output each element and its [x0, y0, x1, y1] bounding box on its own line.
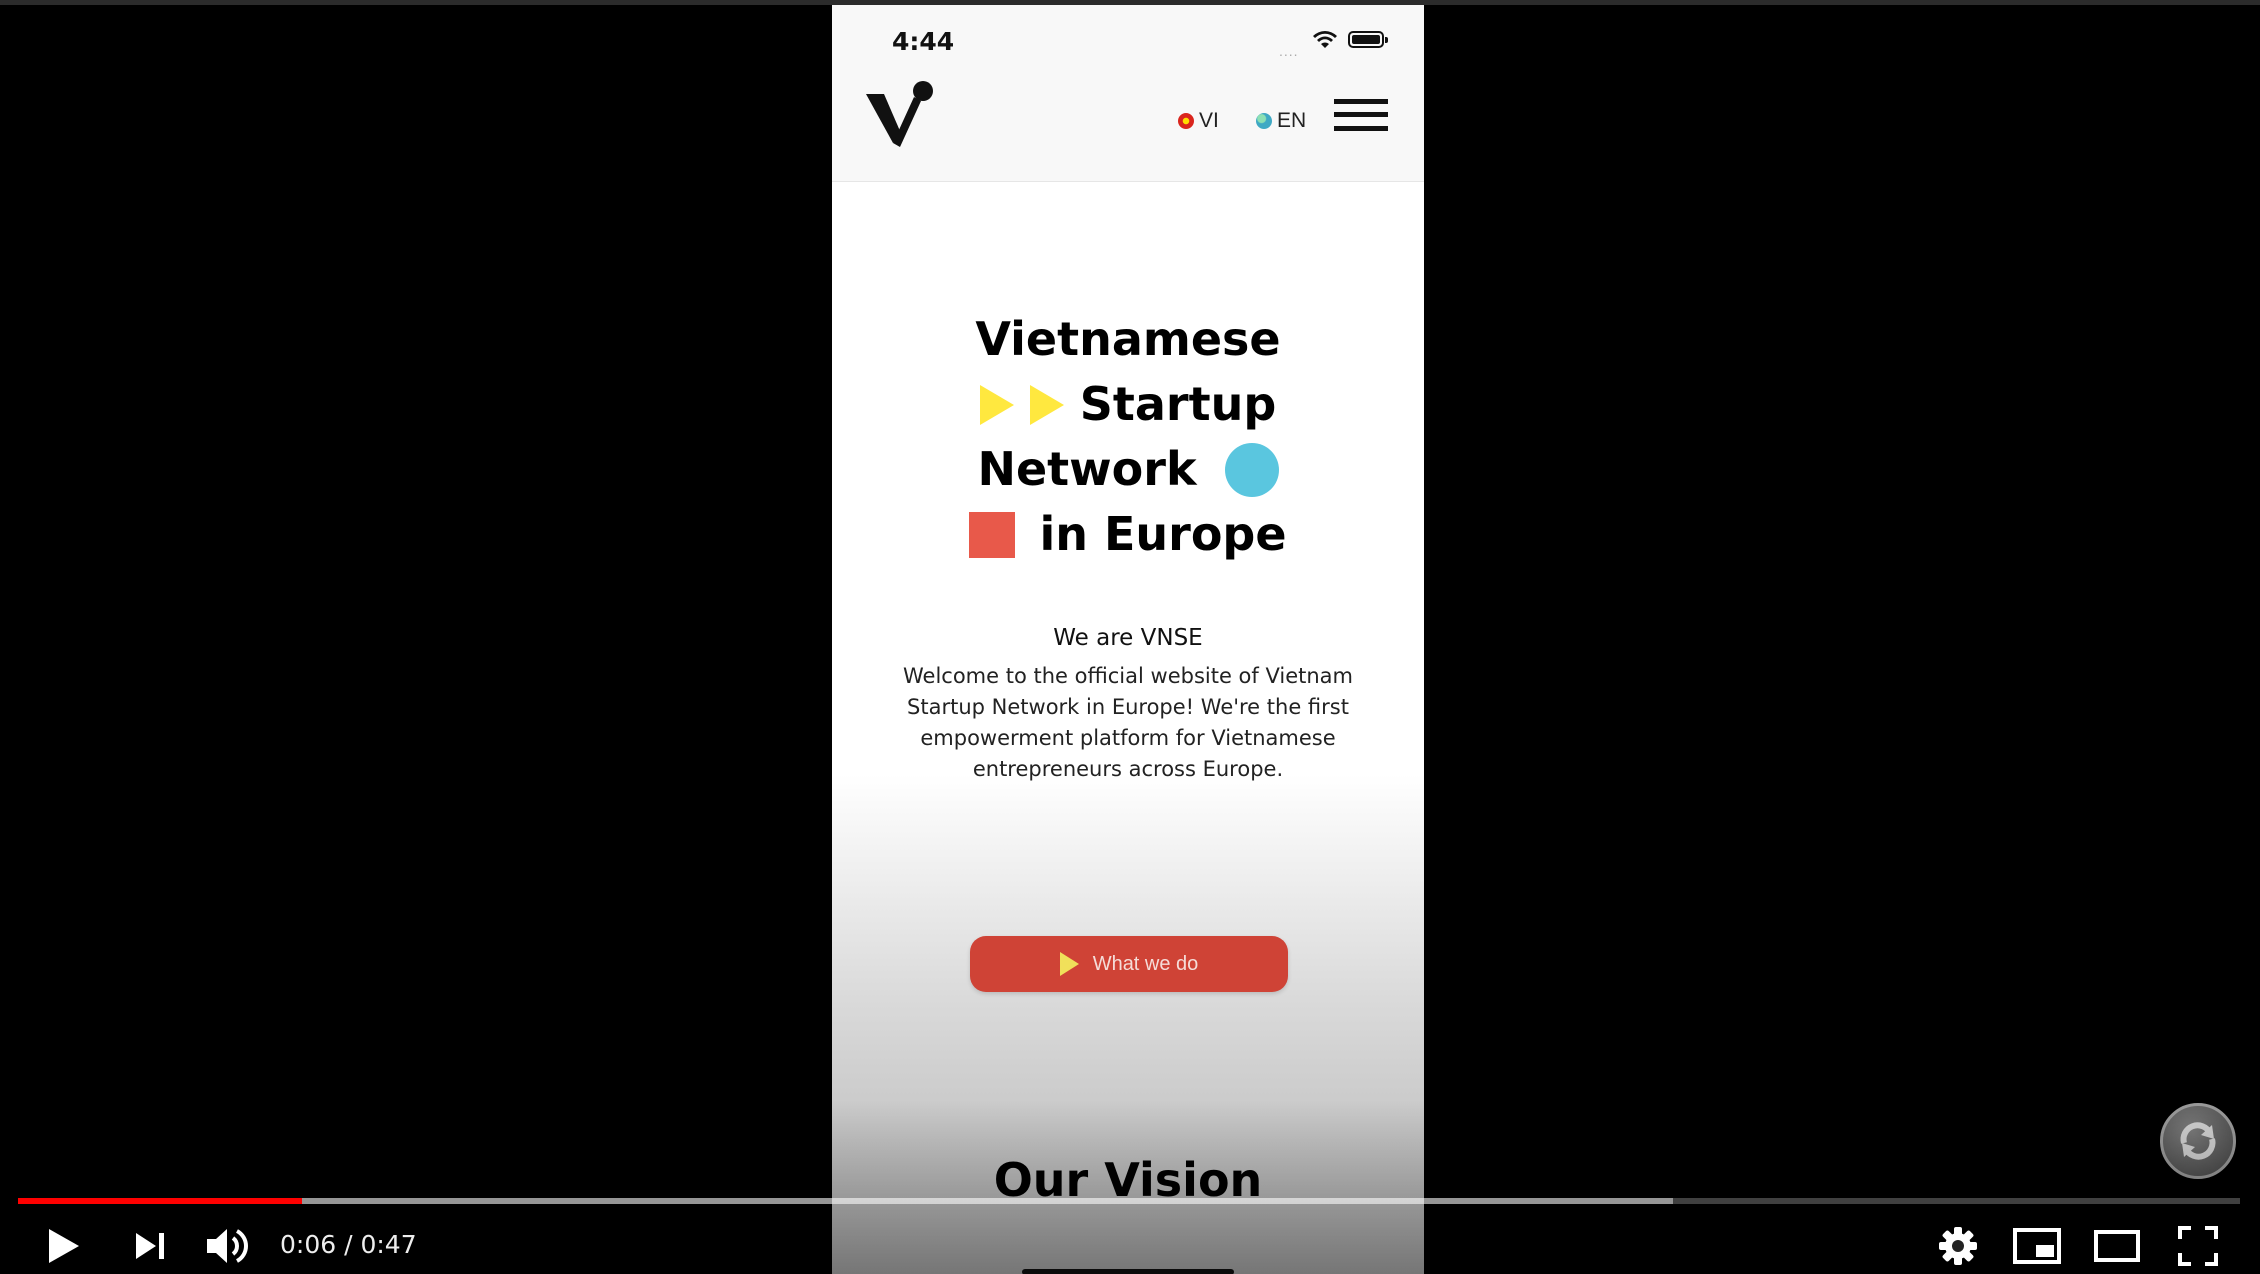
- yellow-triangle-icon: [1029, 384, 1064, 425]
- theater-mode-icon: [2094, 1230, 2140, 1262]
- hero-line-4: in Europe: [1039, 507, 1287, 561]
- vnse-logo[interactable]: [866, 79, 936, 151]
- blue-circle-icon: [1224, 442, 1279, 497]
- miniplayer-icon: [2013, 1228, 2061, 1264]
- globe-icon: [1256, 113, 1272, 129]
- theater-mode-button[interactable]: [2092, 1222, 2142, 1270]
- home-indicator: [1022, 1269, 1234, 1274]
- ios-status-bar: 4:44 ....: [832, 5, 1424, 75]
- battery-icon: [1348, 31, 1388, 48]
- language-vi-button[interactable]: VI: [1178, 109, 1219, 133]
- yellow-triangle-icon: [979, 384, 1014, 425]
- hero-line-3: Network: [977, 442, 1197, 496]
- next-button[interactable]: [130, 1222, 170, 1270]
- volume-icon: [207, 1229, 248, 1263]
- progress-bar[interactable]: [18, 1198, 2240, 1204]
- time-display: 0:06 / 0:47: [280, 1230, 417, 1259]
- vietnam-flag-icon: [1178, 113, 1194, 129]
- language-en-button[interactable]: EN: [1256, 109, 1306, 133]
- status-time: 4:44: [892, 27, 955, 56]
- play-triangle-icon: [1059, 952, 1079, 976]
- language-en-label: EN: [1277, 109, 1307, 132]
- video-frame-phone-screen: 4:44 .... VI EN Vietnamese Startup Netwo…: [832, 5, 1424, 1274]
- signal-icon: ....: [1279, 43, 1299, 59]
- intro-description: Welcome to the official website of Vietn…: [902, 664, 1353, 781]
- fullscreen-button[interactable]: [2176, 1222, 2220, 1270]
- hamburger-icon[interactable]: [1334, 95, 1388, 135]
- red-square-icon: [969, 511, 1016, 558]
- wifi-icon: [1313, 31, 1337, 48]
- settings-icon: [1939, 1227, 1977, 1265]
- played-bar: [18, 1198, 302, 1204]
- language-vi-label: VI: [1199, 109, 1219, 132]
- hero-line-2: Startup: [1079, 377, 1277, 431]
- settings-button[interactable]: [1936, 1222, 1980, 1270]
- play-button[interactable]: [40, 1222, 88, 1270]
- sync-icon[interactable]: [2160, 1103, 2236, 1179]
- hero-line-1: Vietnamese: [975, 312, 1281, 366]
- miniplayer-button[interactable]: [2012, 1222, 2062, 1270]
- play-icon: [49, 1229, 79, 1263]
- site-header: VI EN: [832, 75, 1424, 182]
- intro-subtitle: We are VNSE: [1053, 625, 1203, 651]
- what-we-do-button[interactable]: What we do: [970, 936, 1288, 992]
- hero-heading: Vietnamese Startup Network in Europe: [832, 307, 1424, 567]
- what-we-do-label: What we do: [1092, 952, 1199, 975]
- next-icon: [136, 1233, 164, 1259]
- volume-button[interactable]: [204, 1222, 252, 1270]
- fullscreen-icon: [2178, 1226, 2218, 1266]
